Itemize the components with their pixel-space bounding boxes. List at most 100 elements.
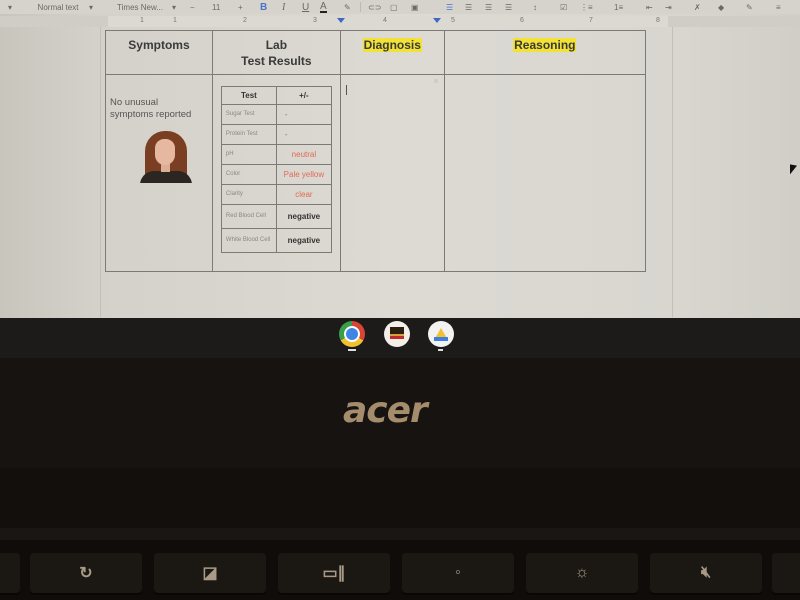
- symptoms-cell[interactable]: No unusual symptoms reported: [105, 74, 213, 272]
- text-color-button[interactable]: A: [320, 1, 327, 13]
- image-icon[interactable]: ▣: [411, 1, 419, 13]
- key-volume[interactable]: [772, 553, 800, 593]
- ruler-mark: 8: [656, 17, 660, 24]
- align-right-icon[interactable]: ☰: [485, 1, 492, 13]
- comment-icon[interactable]: ▢: [390, 1, 398, 13]
- lab-test-result[interactable]: -: [275, 104, 332, 125]
- clear-formatting-icon[interactable]: ✗: [694, 1, 701, 13]
- justify-icon[interactable]: ☰: [505, 1, 512, 13]
- link-icon[interactable]: ⊂⊃: [368, 1, 381, 13]
- running-indicator: [348, 349, 356, 351]
- ruler-mark: 4: [383, 17, 387, 24]
- ruler-mark: 2: [243, 17, 247, 24]
- header-symptoms[interactable]: Symptoms: [105, 30, 213, 75]
- laptop-hinge: [0, 468, 800, 528]
- diagnosis-cell[interactable]: [339, 74, 445, 272]
- header-reasoning[interactable]: Reasoning: [443, 30, 647, 75]
- highlight-pen-icon[interactable]: ✎: [344, 1, 351, 13]
- checklist-icon[interactable]: ☑: [560, 1, 567, 13]
- page-edge-left: [100, 27, 101, 317]
- decrease-indent-icon[interactable]: ⇤: [646, 1, 653, 13]
- patient-photo[interactable]: [137, 131, 195, 183]
- lab-row: Red Blood Cell negative: [220, 204, 332, 229]
- ruler-mark: 1: [173, 17, 177, 24]
- ruler-mark: 6: [520, 17, 524, 24]
- content-row: No unusual symptoms reported Test +/- Su…: [105, 74, 647, 272]
- lab-row: Color Pale yellow: [220, 164, 332, 185]
- font-size-decrease-button[interactable]: −: [190, 1, 195, 13]
- chevron-down-icon[interactable]: ▾: [8, 1, 12, 13]
- key-back[interactable]: [0, 553, 20, 593]
- key-fullscreen[interactable]: ◪: [154, 553, 266, 593]
- key-brightness-down[interactable]: ◦: [402, 553, 514, 593]
- toolbar-divider: [360, 2, 361, 12]
- lab-test-name[interactable]: Color: [220, 164, 277, 185]
- indent-marker[interactable]: [433, 18, 441, 23]
- lab-results-cell[interactable]: Test +/- Sugar Test - Protein Test - pH …: [211, 74, 341, 272]
- lab-header-result: +/-: [275, 86, 332, 105]
- lab-row: Clarity clear: [220, 184, 332, 205]
- lab-test-name[interactable]: Clarity: [220, 184, 277, 205]
- key-brightness-up[interactable]: ☼: [526, 553, 638, 593]
- fill-color-icon[interactable]: ◆: [718, 1, 724, 13]
- running-indicator: [438, 349, 443, 351]
- docs-toolbar: ▾ Normal text ▾ Times New... ▾ − 11 + B …: [0, 0, 800, 14]
- header-lab-line1: Lab: [265, 38, 288, 52]
- lab-test-name[interactable]: pH: [220, 144, 277, 165]
- key-refresh[interactable]: ↻: [30, 553, 142, 593]
- ruler-mark: 3: [313, 17, 317, 24]
- bold-button[interactable]: B: [260, 1, 267, 13]
- chevron-down-icon[interactable]: ▾: [89, 1, 93, 13]
- google-drive-app-icon[interactable]: [428, 321, 454, 347]
- header-diagnosis[interactable]: Diagnosis: [339, 30, 445, 75]
- chrome-app-icon[interactable]: [339, 321, 365, 347]
- lab-test-result[interactable]: -: [275, 124, 332, 145]
- screen: ▾ Normal text ▾ Times New... ▾ − 11 + B …: [0, 0, 800, 318]
- ruler-mark: 5: [451, 17, 455, 24]
- movie-app-icon[interactable]: [384, 321, 410, 347]
- mouse-pointer-icon: [790, 164, 797, 176]
- lab-test-result[interactable]: negative: [275, 228, 332, 253]
- align-center-icon[interactable]: ☰: [465, 1, 472, 13]
- lab-test-result[interactable]: negative: [275, 204, 332, 229]
- lab-test-name[interactable]: Protein Test: [220, 124, 277, 145]
- lab-test-name[interactable]: Red Blood Cell: [220, 204, 277, 229]
- lab-test-name[interactable]: White Blood Cell: [220, 228, 277, 253]
- text-cursor: [345, 85, 347, 95]
- font-size-increase-button[interactable]: +: [238, 1, 243, 13]
- lab-test-result[interactable]: neutral: [275, 144, 332, 165]
- font-dropdown[interactable]: Times New...: [115, 1, 165, 13]
- border-color-icon[interactable]: ✎: [746, 1, 753, 13]
- lab-test-result[interactable]: clear: [275, 184, 332, 205]
- key-mute[interactable]: 🔇︎: [650, 553, 762, 593]
- numbered-list-icon[interactable]: 1≡: [614, 1, 623, 13]
- font-size-field[interactable]: 11: [212, 1, 220, 13]
- lab-row: pH neutral: [220, 144, 332, 165]
- italic-button[interactable]: I: [282, 1, 285, 13]
- border-width-icon[interactable]: ≡: [776, 1, 781, 13]
- lab-results-table: Test +/- Sugar Test - Protein Test - pH …: [220, 86, 332, 253]
- photo-body: [140, 171, 192, 183]
- key-overview[interactable]: ▭∥: [278, 553, 390, 593]
- ruler[interactable]: 1 1 2 3 4 5 6 7 8: [0, 16, 800, 27]
- indent-marker[interactable]: [337, 18, 345, 23]
- lab-row: Sugar Test -: [220, 104, 332, 125]
- underline-button[interactable]: U: [302, 1, 309, 13]
- header-reasoning-text: Reasoning: [513, 38, 577, 52]
- line-spacing-icon[interactable]: ↕: [533, 1, 537, 13]
- increase-indent-icon[interactable]: ⇥: [665, 1, 672, 13]
- symptoms-text: No unusual symptoms reported: [106, 75, 212, 121]
- chevron-down-icon[interactable]: ▾: [172, 1, 176, 13]
- bulleted-list-icon[interactable]: ⋮≡: [580, 1, 593, 13]
- case-table: Symptoms Lab Test Results Diagnosis Reas…: [105, 30, 647, 272]
- header-lab[interactable]: Lab Test Results: [211, 30, 341, 75]
- lab-test-result[interactable]: Pale yellow: [275, 164, 332, 185]
- header-row: Symptoms Lab Test Results Diagnosis Reas…: [105, 30, 647, 75]
- align-left-icon[interactable]: ☰: [446, 1, 453, 13]
- lab-test-name[interactable]: Sugar Test: [220, 104, 277, 125]
- lab-header-row: Test +/-: [220, 86, 332, 105]
- header-diagnosis-text: Diagnosis: [362, 38, 422, 52]
- style-dropdown[interactable]: Normal text: [33, 1, 83, 13]
- cell-menu-handle[interactable]: [434, 79, 438, 83]
- reasoning-cell[interactable]: [443, 74, 647, 272]
